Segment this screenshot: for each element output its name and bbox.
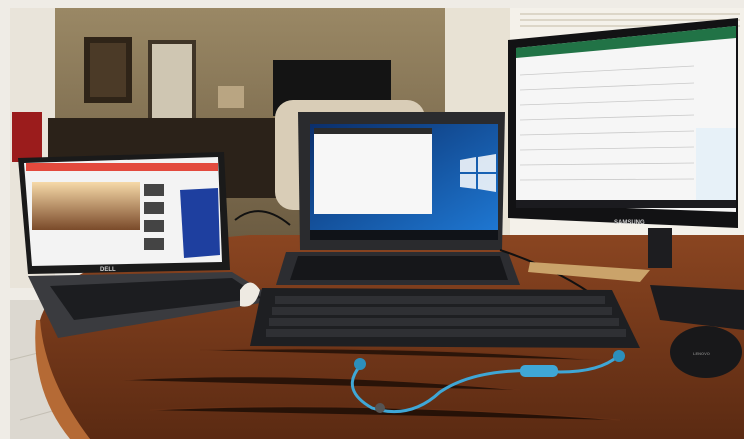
application-window [314,128,432,214]
earbud-control-module [520,365,558,377]
red-chair [12,112,42,162]
samsung-logo: SAMSUNG [614,220,645,226]
dell-logo: DELL [100,267,116,273]
windows-taskbar [310,230,498,240]
external-keyboard [250,288,640,348]
center-laptop [276,112,520,285]
monitor-taskbar [516,200,736,208]
monitor-stand [648,228,672,268]
browser-tab-bar [26,163,218,171]
application-window-titlebar [314,128,432,134]
doorway-light [152,44,192,126]
youtube-video-thumbnail [32,182,140,230]
left-earbud [354,358,366,370]
center-laptop-keyboard [290,256,508,280]
chat-side-panel [696,128,736,202]
lamp-shade [218,86,244,108]
earbud-tip [375,403,385,413]
right-earbud [613,350,625,362]
mouse-logo: LENOVO [693,351,710,356]
wall-picture [90,43,126,97]
photo-illustration: DELL SAMSUNG LENOVO [0,0,744,439]
desk-photo-scene: DELL SAMSUNG LENOVO [0,0,744,439]
desktop-wallpaper-strip [180,188,220,258]
